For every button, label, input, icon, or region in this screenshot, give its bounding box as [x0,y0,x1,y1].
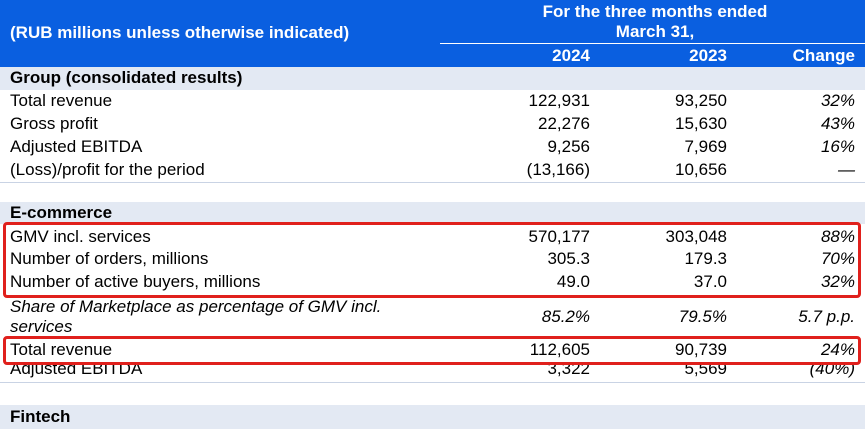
section-fintech: Fintech [0,405,865,429]
row-label: (Loss)/profit for the period [10,160,205,179]
col-change-header: Change [792,46,855,65]
table-row: Adjusted EBITDA 3,322 5,569 (40%) [0,362,865,383]
col-2024-header: 2024 [552,46,590,65]
section-title: E-commerce [10,203,113,222]
financial-table: (RUB millions unless otherwise indicated… [0,0,865,429]
value-2023: 79.5% [678,307,727,326]
value-2024: (13,166) [526,160,590,179]
value-2024: 85.2% [541,307,590,326]
table-header: (RUB millions unless otherwise indicated… [0,0,865,67]
value-2024: 22,276 [538,114,590,133]
value-2023: 10,656 [675,160,727,179]
value-change: — [838,160,855,179]
table-row: (Loss)/profit for the period (13,166) 10… [0,159,865,183]
table-row: Gross profit 22,276 15,630 43% [0,113,865,136]
col-2023-header: 2023 [689,46,727,65]
table-row: Adjusted EBITDA 9,256 7,969 16% [0,136,865,159]
value-change: 43% [820,114,855,133]
table-row: Total revenue 122,931 93,250 32% [0,90,865,113]
row-label: Total revenue [10,91,113,110]
value-2023: 93,250 [675,91,727,110]
value-change: 32% [820,91,855,110]
units-label: (RUB millions unless otherwise indicated… [10,23,350,42]
value-2023: 7,969 [684,137,727,156]
highlight-box-ecommerce-metrics [3,222,861,298]
row-label: Share of Marketplace as percentage of GM… [10,297,382,336]
value-2024: 9,256 [547,137,590,156]
period-label: For the three months ended March 31, [445,2,865,42]
value-change: 16% [820,137,855,156]
section-ecommerce: E-commerce [0,202,865,224]
value-change: 5.7 p.p. [798,307,855,326]
section-title: Fintech [10,407,71,426]
highlight-box-total-revenue [3,336,861,365]
row-label: Adjusted EBITDA [10,137,143,156]
section-title: Group (consolidated results) [10,68,243,87]
section-group: Group (consolidated results) [0,67,865,90]
value-2023: 15,630 [675,114,727,133]
period-line-2: March 31, [615,22,695,41]
period-line-1: For the three months ended [542,2,768,21]
header-divider [440,43,865,44]
row-label: Gross profit [10,114,98,133]
value-2024: 122,931 [528,91,590,110]
